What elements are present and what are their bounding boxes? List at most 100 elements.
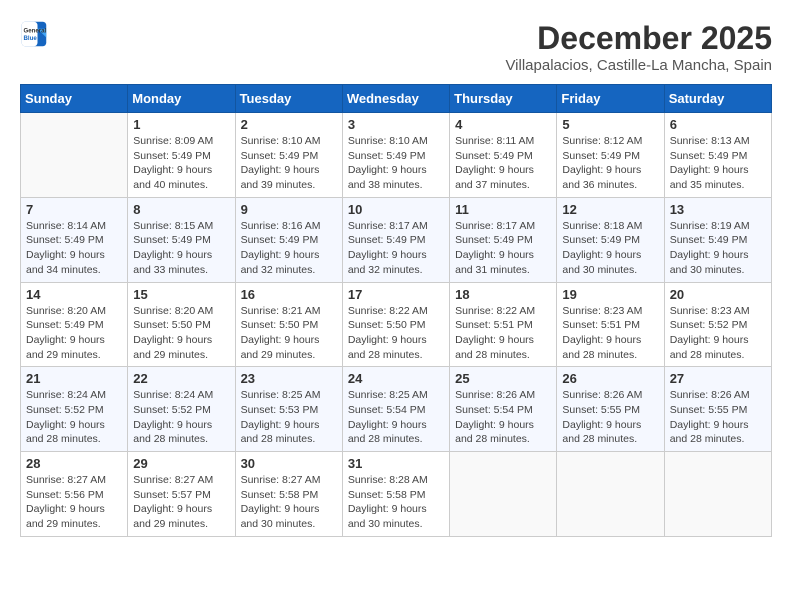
col-header-tuesday: Tuesday — [235, 85, 342, 113]
day-cell: 7 Sunrise: 8:14 AMSunset: 5:49 PMDaylight… — [21, 197, 128, 282]
day-info: Sunrise: 8:21 AMSunset: 5:50 PMDaylight:… — [241, 304, 337, 363]
day-info: Sunrise: 8:17 AMSunset: 5:49 PMDaylight:… — [455, 219, 551, 278]
day-info: Sunrise: 8:16 AMSunset: 5:49 PMDaylight:… — [241, 219, 337, 278]
day-info: Sunrise: 8:20 AMSunset: 5:49 PMDaylight:… — [26, 304, 122, 363]
col-header-wednesday: Wednesday — [342, 85, 449, 113]
day-number: 26 — [562, 371, 658, 386]
svg-text:General: General — [24, 27, 47, 34]
col-header-sunday: Sunday — [21, 85, 128, 113]
day-cell — [450, 452, 557, 537]
day-cell: 13Sunrise: 8:19 AMSunset: 5:49 PMDayligh… — [664, 197, 771, 282]
day-number: 30 — [241, 456, 337, 471]
day-info: Sunrise: 8:27 AMSunset: 5:58 PMDaylight:… — [241, 473, 337, 532]
calendar-subtitle: Villapalacios, Castille-La Mancha, Spain — [505, 57, 772, 74]
day-number: 28 — [26, 456, 122, 471]
day-info: Sunrise: 8:20 AMSunset: 5:50 PMDaylight:… — [133, 304, 229, 363]
day-cell: 15 Sunrise: 8:20 AMSunset: 5:50 PMDayligh… — [128, 282, 235, 367]
week-row-1: 7 Sunrise: 8:14 AMSunset: 5:49 PMDaylight… — [21, 197, 772, 282]
day-cell: 31Sunrise: 8:28 AMSunset: 5:58 PMDayligh… — [342, 452, 449, 537]
day-cell: 20Sunrise: 8:23 AMSunset: 5:52 PMDayligh… — [664, 282, 771, 367]
day-number: 3 — [348, 117, 444, 132]
day-cell — [557, 452, 664, 537]
day-number: 27 — [670, 371, 766, 386]
day-number: 15 — [133, 287, 229, 302]
day-number: 16 — [241, 287, 337, 302]
day-info: Sunrise: 8:24 AMSunset: 5:52 PMDaylight:… — [26, 388, 122, 447]
day-number: 10 — [348, 202, 444, 217]
day-info: Sunrise: 8:19 AMSunset: 5:49 PMDaylight:… — [670, 219, 766, 278]
day-number: 25 — [455, 371, 551, 386]
day-cell: 24 Sunrise: 8:25 AMSunset: 5:54 PMDayligh… — [342, 367, 449, 452]
day-cell: 16 Sunrise: 8:21 AMSunset: 5:50 PMDayligh… — [235, 282, 342, 367]
week-row-3: 21 Sunrise: 8:24 AMSunset: 5:52 PMDayligh… — [21, 367, 772, 452]
header-row: SundayMondayTuesdayWednesdayThursdayFrid… — [21, 85, 772, 113]
day-number: 1 — [133, 117, 229, 132]
day-cell: 4 Sunrise: 8:11 AMSunset: 5:49 PMDaylight… — [450, 113, 557, 198]
week-row-0: 1 Sunrise: 8:09 AMSunset: 5:49 PMDaylight… — [21, 113, 772, 198]
day-cell: 30 Sunrise: 8:27 AMSunset: 5:58 PMDayligh… — [235, 452, 342, 537]
day-number: 2 — [241, 117, 337, 132]
day-number: 23 — [241, 371, 337, 386]
day-info: Sunrise: 8:22 AMSunset: 5:51 PMDaylight:… — [455, 304, 551, 363]
day-cell: 3 Sunrise: 8:10 AMSunset: 5:49 PMDaylight… — [342, 113, 449, 198]
day-cell: 17 Sunrise: 8:22 AMSunset: 5:50 PMDayligh… — [342, 282, 449, 367]
day-info: Sunrise: 8:12 AMSunset: 5:49 PMDaylight:… — [562, 134, 658, 193]
day-cell: 29Sunrise: 8:27 AMSunset: 5:57 PMDayligh… — [128, 452, 235, 537]
day-info: Sunrise: 8:09 AMSunset: 5:49 PMDaylight:… — [133, 134, 229, 193]
day-info: Sunrise: 8:15 AMSunset: 5:49 PMDaylight:… — [133, 219, 229, 278]
day-info: Sunrise: 8:24 AMSunset: 5:52 PMDaylight:… — [133, 388, 229, 447]
day-info: Sunrise: 8:14 AMSunset: 5:49 PMDaylight:… — [26, 219, 122, 278]
day-cell: 25 Sunrise: 8:26 AMSunset: 5:54 PMDayligh… — [450, 367, 557, 452]
day-number: 22 — [133, 371, 229, 386]
day-info: Sunrise: 8:17 AMSunset: 5:49 PMDaylight:… — [348, 219, 444, 278]
calendar-table: SundayMondayTuesdayWednesdayThursdayFrid… — [20, 84, 772, 537]
day-info: Sunrise: 8:27 AMSunset: 5:56 PMDaylight:… — [26, 473, 122, 532]
day-number: 7 — [26, 202, 122, 217]
svg-text:Blue: Blue — [24, 35, 38, 42]
day-number: 12 — [562, 202, 658, 217]
col-header-saturday: Saturday — [664, 85, 771, 113]
day-info: Sunrise: 8:23 AMSunset: 5:52 PMDaylight:… — [670, 304, 766, 363]
day-info: Sunrise: 8:13 AMSunset: 5:49 PMDaylight:… — [670, 134, 766, 193]
day-cell: 21 Sunrise: 8:24 AMSunset: 5:52 PMDayligh… — [21, 367, 128, 452]
day-cell — [21, 113, 128, 198]
day-info: Sunrise: 8:25 AMSunset: 5:53 PMDaylight:… — [241, 388, 337, 447]
day-cell: 11 Sunrise: 8:17 AMSunset: 5:49 PMDayligh… — [450, 197, 557, 282]
day-cell: 23 Sunrise: 8:25 AMSunset: 5:53 PMDayligh… — [235, 367, 342, 452]
day-number: 6 — [670, 117, 766, 132]
day-info: Sunrise: 8:11 AMSunset: 5:49 PMDaylight:… — [455, 134, 551, 193]
day-number: 17 — [348, 287, 444, 302]
week-row-4: 28 Sunrise: 8:27 AMSunset: 5:56 PMDayligh… — [21, 452, 772, 537]
day-info: Sunrise: 8:10 AMSunset: 5:49 PMDaylight:… — [348, 134, 444, 193]
day-number: 4 — [455, 117, 551, 132]
day-cell: 28 Sunrise: 8:27 AMSunset: 5:56 PMDayligh… — [21, 452, 128, 537]
day-info: Sunrise: 8:18 AMSunset: 5:49 PMDaylight:… — [562, 219, 658, 278]
day-info: Sunrise: 8:23 AMSunset: 5:51 PMDaylight:… — [562, 304, 658, 363]
logo: General Blue — [20, 20, 48, 48]
day-number: 19 — [562, 287, 658, 302]
day-info: Sunrise: 8:27 AMSunset: 5:57 PMDaylight:… — [133, 473, 229, 532]
day-info: Sunrise: 8:25 AMSunset: 5:54 PMDaylight:… — [348, 388, 444, 447]
day-cell: 18Sunrise: 8:22 AMSunset: 5:51 PMDayligh… — [450, 282, 557, 367]
title-area: December 2025 Villapalacios, Castille-La… — [505, 20, 772, 74]
day-cell: 12 Sunrise: 8:18 AMSunset: 5:49 PMDayligh… — [557, 197, 664, 282]
day-number: 14 — [26, 287, 122, 302]
calendar-title: December 2025 — [505, 20, 772, 57]
day-cell: 22 Sunrise: 8:24 AMSunset: 5:52 PMDayligh… — [128, 367, 235, 452]
day-cell: 8Sunrise: 8:15 AMSunset: 5:49 PMDaylight… — [128, 197, 235, 282]
day-cell: 2 Sunrise: 8:10 AMSunset: 5:49 PMDaylight… — [235, 113, 342, 198]
logo-icon: General Blue — [20, 20, 48, 48]
day-number: 5 — [562, 117, 658, 132]
day-info: Sunrise: 8:22 AMSunset: 5:50 PMDaylight:… — [348, 304, 444, 363]
day-info: Sunrise: 8:10 AMSunset: 5:49 PMDaylight:… — [241, 134, 337, 193]
day-info: Sunrise: 8:26 AMSunset: 5:54 PMDaylight:… — [455, 388, 551, 447]
day-info: Sunrise: 8:26 AMSunset: 5:55 PMDaylight:… — [562, 388, 658, 447]
day-number: 24 — [348, 371, 444, 386]
day-number: 21 — [26, 371, 122, 386]
day-number: 11 — [455, 202, 551, 217]
day-cell: 5 Sunrise: 8:12 AMSunset: 5:49 PMDaylight… — [557, 113, 664, 198]
day-cell: 10 Sunrise: 8:17 AMSunset: 5:49 PMDayligh… — [342, 197, 449, 282]
day-info: Sunrise: 8:28 AMSunset: 5:58 PMDaylight:… — [348, 473, 444, 532]
header: General Blue December 2025 Villapalacios… — [20, 20, 772, 74]
day-number: 9 — [241, 202, 337, 217]
